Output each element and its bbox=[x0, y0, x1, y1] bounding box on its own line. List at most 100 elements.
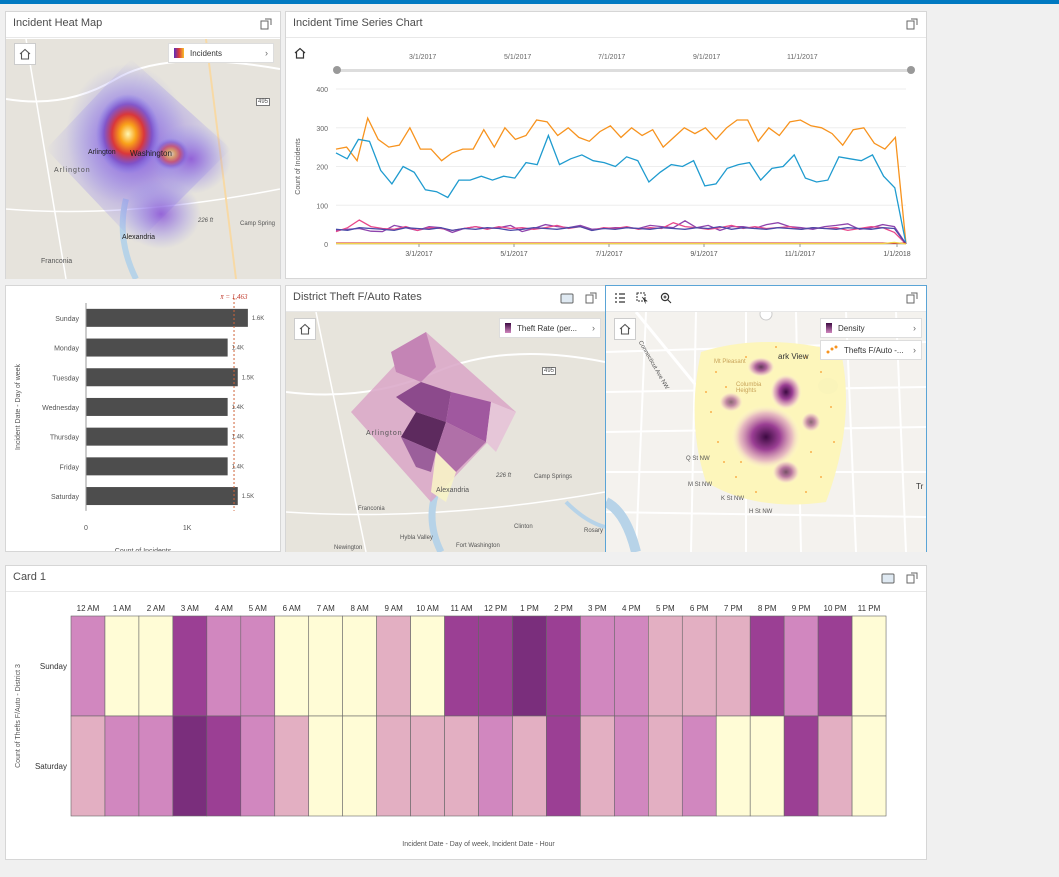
column-label: 6 AM bbox=[283, 604, 302, 613]
export-icon[interactable] bbox=[258, 16, 274, 32]
home-icon bbox=[619, 323, 631, 335]
card-divider bbox=[6, 37, 280, 38]
map-home-button[interactable] bbox=[294, 318, 316, 340]
slider-date-label: 3/1/2017 bbox=[409, 54, 437, 61]
column-label: 4 PM bbox=[622, 604, 641, 613]
map-label-highway: 495 bbox=[256, 98, 271, 106]
column-label: 12 AM bbox=[77, 604, 100, 613]
heat-map-view[interactable]: Arlington Washington Arlington Alexandri… bbox=[6, 39, 280, 279]
x-tick-label: 11/1/2017 bbox=[785, 251, 816, 258]
bar bbox=[86, 397, 228, 416]
card-1-matrix[interactable]: Card 1 12 AM 1 AM 2 AM 3 AM 4 AM 5 AM 6 AM 7 AM… bbox=[5, 565, 927, 860]
card-divider bbox=[6, 591, 926, 592]
home-icon bbox=[299, 323, 311, 335]
time-series-plot[interactable]: 0 100 200 300 400 3/1/2017 5/1/2017 7/1/2017 9/1… bbox=[286, 72, 926, 272]
heatmap-cell bbox=[512, 715, 547, 817]
incident-heat-map-card[interactable]: Incident Heat Map Arlington Washington A… bbox=[5, 11, 281, 279]
density-legend[interactable]: Density › bbox=[820, 318, 922, 338]
density-map-view[interactable]: Q St NW M St NW K St NW H St NW ark View… bbox=[606, 312, 926, 552]
heatmap-cell bbox=[783, 615, 819, 717]
heatmap-cell bbox=[648, 715, 683, 817]
export-icon[interactable] bbox=[904, 570, 920, 586]
y-axis-title: Count of Incidents bbox=[295, 138, 302, 195]
heat-map-legend[interactable]: Incidents › bbox=[168, 43, 274, 63]
slider-date-label: 5/1/2017 bbox=[504, 54, 532, 61]
heatmap-cell bbox=[580, 615, 615, 717]
heat-gradient-swatch bbox=[174, 48, 184, 58]
heatmap-cell bbox=[376, 615, 411, 717]
heatmap-cell bbox=[444, 615, 479, 717]
export-icon[interactable] bbox=[583, 290, 599, 306]
card-title: Card 1 bbox=[13, 571, 47, 583]
district-theft-rates-card[interactable]: District Theft F/Auto Rates Arlington Fr… bbox=[285, 285, 606, 552]
x-tick-label: 3/1/2017 bbox=[405, 251, 432, 258]
map-label-elevation: 226 ft bbox=[198, 218, 214, 224]
bar bbox=[86, 308, 248, 327]
basemap-icon[interactable] bbox=[880, 570, 896, 586]
heatmap-cell bbox=[206, 715, 242, 817]
export-icon[interactable] bbox=[904, 290, 920, 306]
zoom-icon[interactable] bbox=[658, 290, 674, 306]
y-tick-label: 400 bbox=[316, 87, 328, 94]
map-label-fort-washington: Fort Washington bbox=[456, 543, 500, 549]
chart-home-button[interactable] bbox=[292, 45, 308, 61]
category-label: Monday bbox=[54, 346, 79, 353]
choropleth-map-view[interactable]: Arlington Franconia Alexandria Camp Spri… bbox=[286, 312, 605, 552]
map-label-tr: Tr bbox=[916, 482, 924, 491]
map-label-park-view: ark View bbox=[778, 352, 809, 361]
day-of-week-bar-card[interactable]: Sunday 1.6K Monday 1.4K Tuesday 1.5K Wednesday… bbox=[5, 285, 281, 552]
column-label: 3 AM bbox=[181, 604, 200, 613]
column-label: 10 PM bbox=[824, 604, 847, 613]
theft-density-map-card[interactable]: Q St NW M St NW K St NW H St NW ark View… bbox=[605, 285, 927, 552]
column-label: 11 AM bbox=[450, 604, 472, 613]
bar bbox=[86, 487, 238, 506]
data-label: 1.5K bbox=[242, 494, 254, 500]
column-label: 3 PM bbox=[588, 604, 607, 613]
rate-gradient-swatch bbox=[505, 323, 511, 333]
map-label-arlington: Arlington bbox=[88, 149, 116, 156]
chevron-right-icon: › bbox=[265, 48, 268, 58]
basemap-icon[interactable] bbox=[559, 290, 575, 306]
select-pointer-icon[interactable] bbox=[634, 290, 650, 306]
map-label-alexandria: Alexandria bbox=[122, 234, 156, 241]
points-legend[interactable]: Thefts F/Auto -... › bbox=[820, 340, 922, 360]
chevron-right-icon: › bbox=[913, 323, 916, 333]
map-home-button[interactable] bbox=[614, 318, 636, 340]
home-icon bbox=[294, 47, 306, 59]
row-label: Saturday bbox=[35, 762, 67, 771]
day-of-week-bar-chart[interactable]: Sunday 1.6K Monday 1.4K Tuesday 1.5K Wednesday… bbox=[6, 286, 280, 551]
bar bbox=[86, 427, 228, 446]
heatmap-cell bbox=[614, 615, 649, 717]
y-tick-label: 200 bbox=[316, 165, 328, 172]
heatmap-cell bbox=[681, 615, 717, 717]
heatmap-cell bbox=[715, 715, 751, 817]
y-tick-label: 100 bbox=[316, 203, 328, 210]
heatmap-cell bbox=[104, 615, 140, 717]
map-label-arlington: Arlington bbox=[366, 430, 403, 437]
dots-swatch bbox=[826, 345, 838, 354]
heatmap-cell bbox=[749, 615, 785, 717]
heatmap-cell bbox=[410, 615, 445, 717]
map-label-mt-pleasant: Mt Pleasant bbox=[714, 359, 746, 365]
map-label-rosary: Rosary bbox=[584, 528, 604, 534]
slider-date-label: 7/1/2017 bbox=[598, 54, 626, 61]
map-home-button[interactable] bbox=[14, 43, 36, 65]
column-label: 5 AM bbox=[249, 604, 268, 613]
heatmap-cell bbox=[715, 615, 751, 717]
day-hour-heatmap[interactable]: 12 AM 1 AM 2 AM 3 AM 4 AM 5 AM 6 AM 7 AM 8 AM 9 A… bbox=[6, 593, 926, 858]
theft-rate-legend[interactable]: Theft Rate (per... › bbox=[499, 318, 601, 338]
map-label-elevation: 226 ft bbox=[496, 473, 512, 479]
column-label: 2 PM bbox=[554, 604, 573, 613]
density-gradient-swatch bbox=[826, 323, 832, 333]
export-icon[interactable] bbox=[904, 16, 920, 32]
card-title: District Theft F/Auto Rates bbox=[293, 291, 422, 303]
data-label: 1.4K bbox=[232, 464, 244, 470]
column-label: 7 AM bbox=[317, 604, 336, 613]
map-label-newington: Newington bbox=[334, 545, 363, 551]
map-label-camp-springs: Camp Springs bbox=[534, 474, 573, 480]
heatmap-cell bbox=[648, 615, 683, 717]
legend-list-icon[interactable] bbox=[612, 290, 628, 306]
incident-time-series-card[interactable]: Incident Time Series Chart 3/1/2017 5/1/… bbox=[285, 11, 927, 279]
heatmap-cell bbox=[478, 615, 513, 717]
column-label: 8 PM bbox=[758, 604, 777, 613]
